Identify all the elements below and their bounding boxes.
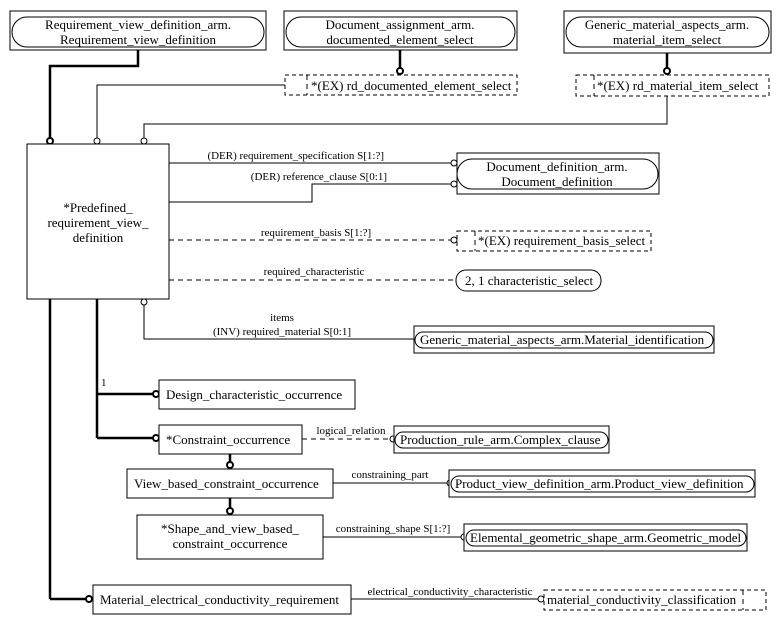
entity-label: Elemental_geometric_shape_arm.Geometric_… (470, 530, 741, 545)
relation-label: constraining_part (352, 469, 429, 481)
entity-label: requirement_view_ (47, 215, 149, 230)
entity-label: *(EX) rd_documented_element_select (311, 78, 512, 93)
connector-end (450, 236, 458, 244)
entity-label: Document_assignment_arm. (325, 17, 474, 32)
entity-label: material_conductivity_classification (547, 592, 737, 607)
relation-label: (INV) required_material S[0:1] (213, 326, 351, 338)
entity-label: documented_element_select (326, 32, 474, 47)
entity-label: *(EX) requirement_basis_select (478, 233, 646, 248)
entity-view-based-constraint-occurrence[interactable]: View_based_constraint_occurrence (126, 468, 334, 499)
relation-label: items (270, 312, 294, 324)
connector-end (46, 137, 54, 145)
entity-label: View_based_constraint_occurrence (134, 476, 319, 491)
connector-end (226, 461, 234, 469)
connector-end (450, 180, 458, 188)
entity-label: 2, 1 characteristic_select (465, 273, 594, 288)
entity-material-electrical-conductivity-requirement[interactable]: Material_electrical_conductivity_require… (92, 584, 352, 615)
relation-label: (DER) reference_clause S[0:1] (251, 171, 387, 183)
entity-rd-material-item-select[interactable]: *(EX) rd_material_item_select (575, 74, 770, 97)
entity-document-assignment[interactable]: Document_assignment_arm. documented_elem… (283, 10, 518, 51)
relation-label: (DER) requirement_specification S[1:?] (207, 150, 384, 162)
entity-label: Generic_material_aspects_arm. (585, 17, 749, 32)
entity-product-view-definition[interactable]: Product_view_definition_arm.Product_view… (448, 469, 756, 498)
relation-label: constraining_shape S[1:?] (336, 523, 451, 535)
entity-label: *Constraint_occurrence (166, 432, 290, 447)
entity-label: Requirement_view_definition_arm. (45, 17, 231, 32)
entity-geometric-model[interactable]: Elemental_geometric_shape_arm.Geometric_… (463, 523, 748, 552)
entity-complex-clause[interactable]: Production_rule_arm.Complex_clause (393, 425, 610, 454)
entity-document-definition[interactable]: Document_definition_arm. Document_defini… (456, 152, 660, 195)
connector (96, 84, 285, 138)
connector-end (93, 137, 101, 145)
entity-design-characteristic-occurrence[interactable]: Design_characteristic_occurrence (158, 379, 356, 410)
entity-label: Material_electrical_conductivity_require… (100, 592, 339, 607)
connector-end (396, 67, 404, 75)
relation-label: requirement_basis S[1:?] (261, 227, 371, 239)
entity-generic-material-item-select[interactable]: Generic_material_aspects_arm. material_i… (563, 10, 772, 54)
connector-end (140, 298, 148, 306)
connector-end (663, 67, 671, 75)
entity-label: Requirement_view_definition (60, 32, 216, 47)
entity-label: *(EX) rd_material_item_select (597, 78, 759, 93)
entity-label: *Shape_and_view_based_ (161, 521, 299, 536)
connector (169, 183, 451, 203)
relation-label: electrical_conductivity_characteristic (368, 586, 533, 598)
connector-end (85, 595, 93, 603)
entity-label: constraint_occurrence (173, 536, 288, 551)
connector-end (152, 434, 160, 442)
entity-label: Production_rule_arm.Complex_clause (400, 432, 601, 447)
entity-shape-and-view-based-constraint-occurrence[interactable]: *Shape_and_view_based_ constraint_occurr… (136, 514, 324, 560)
entity-requirement-basis-select[interactable]: *(EX) requirement_basis_select (456, 230, 652, 252)
entity-material-conductivity-classification[interactable]: material_conductivity_classification (543, 589, 767, 611)
entity-label: Generic_material_aspects_arm.Material_id… (420, 332, 705, 347)
connector-end (226, 507, 234, 515)
relation-label: required_characteristic (264, 266, 365, 278)
connector (48, 50, 140, 138)
entity-label: Document_definition_arm. (486, 159, 627, 174)
entity-rd-documented-element-select[interactable]: *(EX) rd_documented_element_select (284, 74, 518, 96)
cardinality-label: 1 (101, 377, 107, 389)
entity-label: material_item_select (613, 32, 722, 47)
entity-material-identification[interactable]: Generic_material_aspects_arm.Material_id… (413, 325, 715, 354)
entity-predefined-requirement-view-definition[interactable]: *Predefined_ requirement_view_ definitio… (26, 143, 170, 300)
connector-end (450, 159, 458, 167)
connector (143, 96, 668, 138)
entity-characteristic-select[interactable]: 2, 1 characteristic_select (455, 269, 602, 292)
entity-label: definition (73, 230, 124, 245)
connector-end (152, 390, 160, 398)
entity-requirement-view-definition[interactable]: Requirement_view_definition_arm. Require… (9, 10, 267, 51)
entity-label: Document_definition (501, 174, 613, 189)
entity-constraint-occurrence[interactable]: *Constraint_occurrence (158, 424, 303, 455)
entity-label: Design_characteristic_occurrence (166, 387, 342, 402)
relation-label: logical_relation (316, 425, 386, 437)
connector-end (140, 137, 148, 145)
entity-label: *Predefined_ (63, 200, 133, 215)
connector-end (537, 595, 545, 603)
entity-label: Product_view_definition_arm.Product_view… (455, 476, 744, 491)
express-g-diagram: Requirement_view_definition_arm. Require… (9, 10, 772, 615)
